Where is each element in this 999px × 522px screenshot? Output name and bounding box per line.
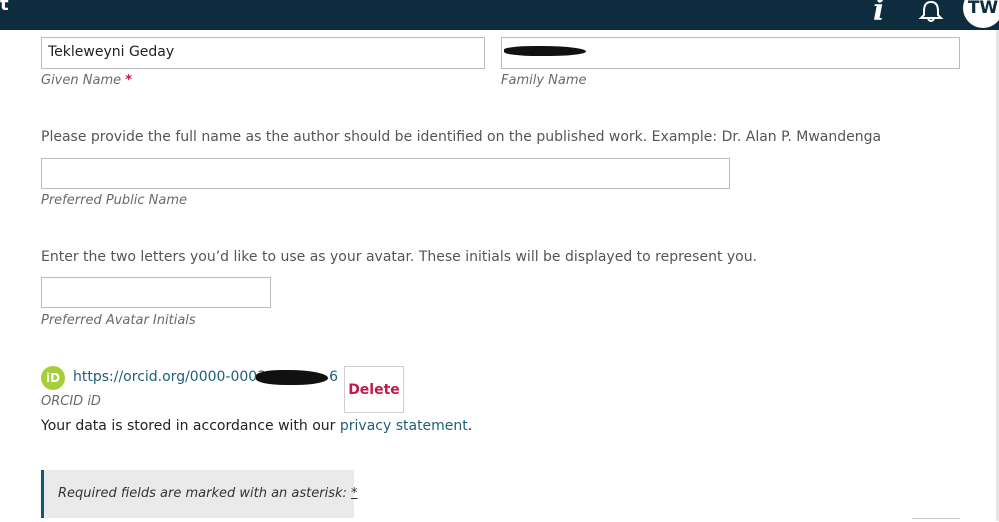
family-name-input[interactable]	[501, 37, 960, 69]
delete-orcid-button[interactable]: Delete	[344, 366, 404, 413]
avatar-initials-help: Enter the two letters you’d like to use …	[41, 249, 758, 265]
given-name-label: Given Name *	[41, 73, 133, 88]
app-title-fragment: t	[0, 0, 9, 15]
bell-icon[interactable]	[917, 0, 945, 22]
bottom-button-fragment[interactable]	[912, 518, 960, 522]
preferred-public-name-input[interactable]	[41, 158, 730, 189]
avatar-initials-label: Preferred Avatar Initials	[41, 313, 196, 328]
notice-asterisk: *	[351, 486, 358, 501]
top-navigation-bar: t i TW	[0, 0, 999, 30]
redaction-mark	[256, 370, 328, 385]
info-icon[interactable]: i	[873, 0, 884, 26]
orcid-label: ORCID iD	[41, 394, 101, 409]
preferred-public-name-label: Preferred Public Name	[41, 193, 188, 208]
given-name-value: Tekleweyni Geday	[48, 44, 175, 60]
orcid-icon: iD	[41, 366, 65, 390]
avatar-initials-input[interactable]	[41, 277, 271, 308]
redaction-mark	[504, 46, 586, 56]
required-fields-notice: Required fields are marked with an aster…	[41, 470, 358, 518]
public-name-help: Please provide the full name as the auth…	[41, 129, 882, 145]
family-name-label: Family Name	[501, 73, 587, 88]
user-avatar[interactable]: TW	[963, 0, 999, 28]
privacy-statement-link[interactable]: privacy statement	[340, 418, 468, 434]
data-storage-note: Your data is stored in accordance with o…	[41, 418, 473, 434]
given-name-input[interactable]: Tekleweyni Geday	[41, 37, 485, 69]
required-asterisk: *	[125, 73, 133, 88]
